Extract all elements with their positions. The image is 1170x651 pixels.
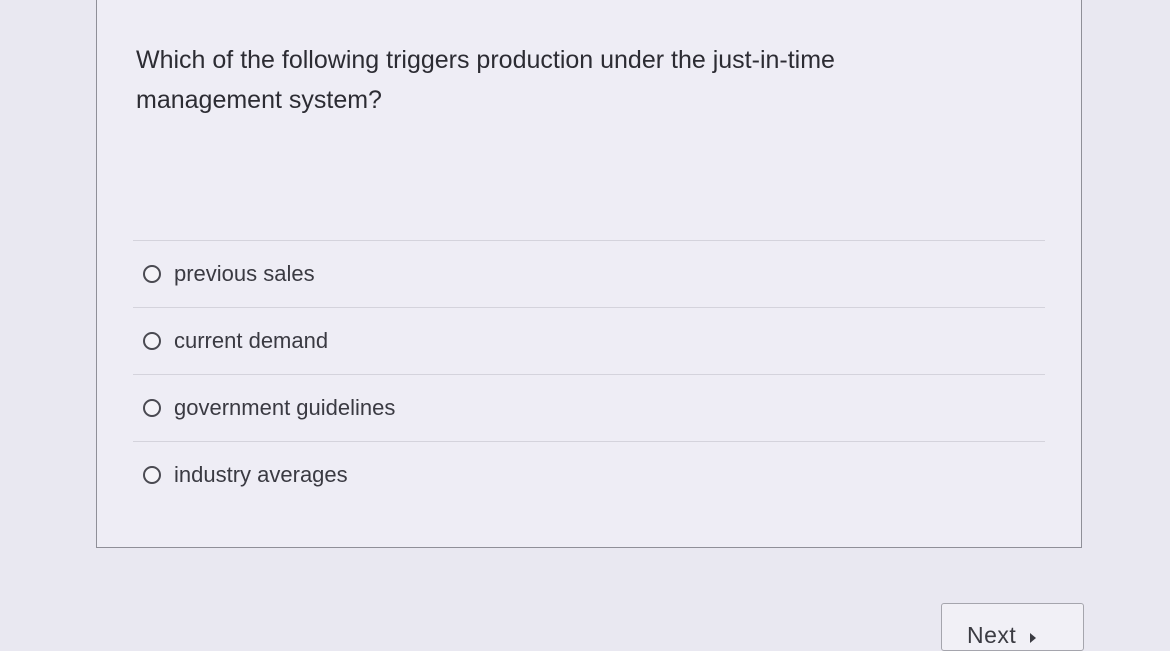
option-label: previous sales: [174, 261, 315, 286]
option-previous-sales[interactable]: previous sales: [133, 240, 1045, 307]
option-label: government guidelines: [174, 395, 396, 420]
radio-button-icon[interactable]: [143, 265, 161, 283]
option-label: current demand: [174, 328, 329, 353]
radio-button-icon[interactable]: [143, 399, 161, 417]
question-panel: Which of the following triggers producti…: [96, 0, 1082, 548]
radio-button-icon[interactable]: [143, 332, 161, 350]
option-industry-averages[interactable]: industry averages: [133, 441, 1045, 508]
next-button[interactable]: Next: [941, 603, 1084, 651]
question-text: Which of the following triggers producti…: [136, 46, 835, 114]
radio-button-icon[interactable]: [143, 466, 161, 484]
option-current-demand[interactable]: current demand: [133, 307, 1045, 374]
next-label: Next: [967, 622, 1017, 648]
answer-options: previous sales current demand government…: [133, 240, 1045, 508]
option-label: industry averages: [174, 462, 348, 487]
option-government-guidelines[interactable]: government guidelines: [133, 374, 1045, 441]
play-arrow-icon: [1030, 633, 1037, 643]
